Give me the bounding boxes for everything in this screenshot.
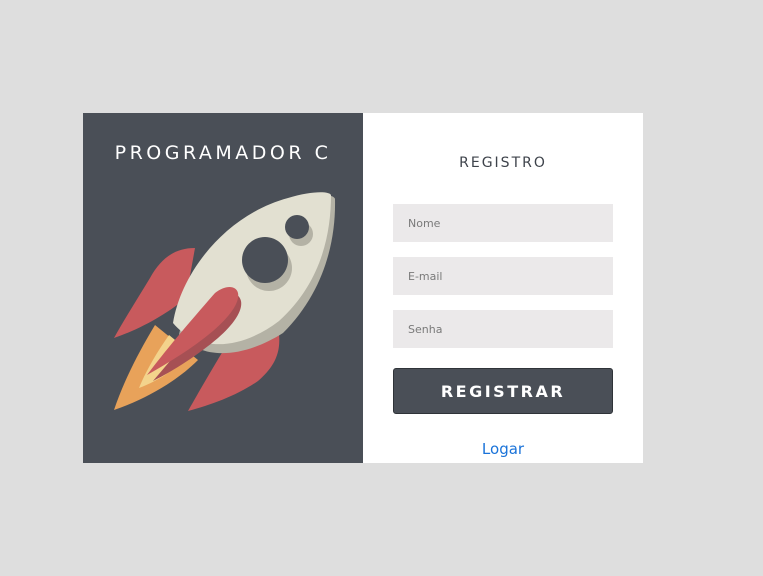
register-card: PROGRAMADOR C REGISTRO Nome E-mail REGIS… bbox=[83, 113, 643, 463]
password-field[interactable] bbox=[393, 310, 613, 348]
rocket-window-large bbox=[242, 237, 288, 283]
email-field[interactable] bbox=[393, 257, 613, 295]
brand-panel: PROGRAMADOR C bbox=[83, 113, 363, 463]
form-title: REGISTRO bbox=[459, 155, 547, 171]
register-form: REGISTRO REGISTRAR Logar bbox=[363, 113, 643, 463]
name-field[interactable] bbox=[393, 204, 613, 242]
register-button[interactable]: REGISTRAR bbox=[393, 368, 613, 414]
login-link[interactable]: Logar bbox=[363, 440, 643, 458]
rocket-icon bbox=[114, 192, 336, 411]
rocket-window-small bbox=[285, 215, 309, 239]
